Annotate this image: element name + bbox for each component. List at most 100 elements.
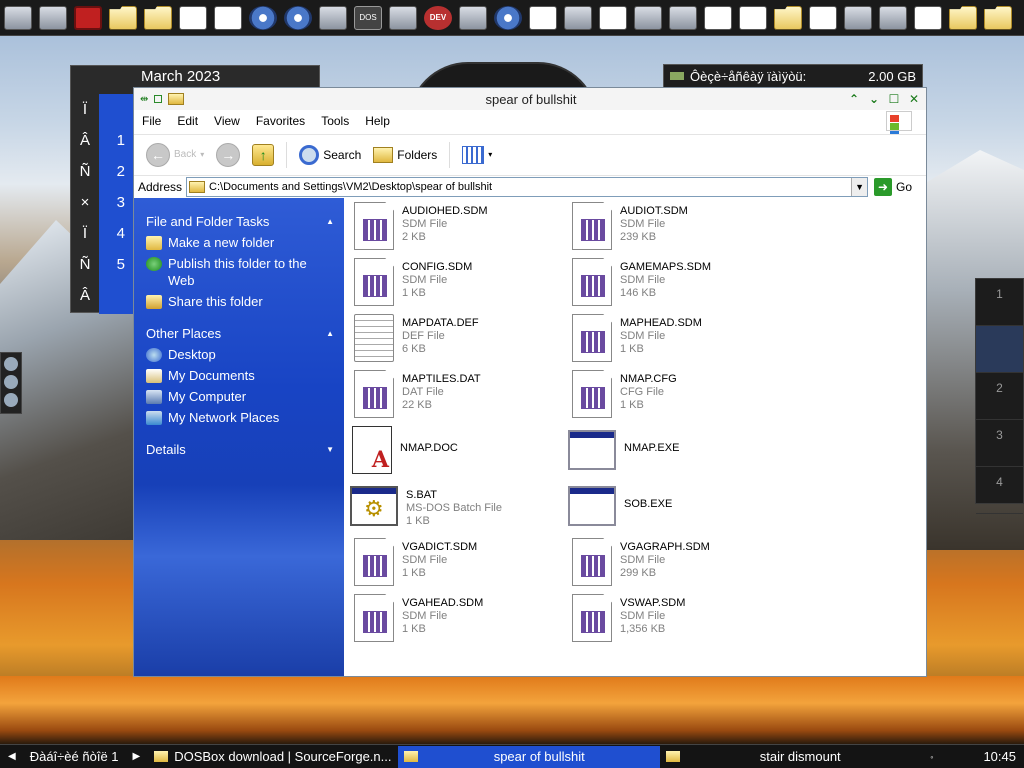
chart-icon[interactable] — [737, 3, 769, 33]
file-item[interactable]: VSWAP.SDM SDM File 1,356 KB — [572, 594, 782, 648]
folders-button[interactable]: Folders — [369, 146, 441, 163]
collapse-icon[interactable]: ▲ — [326, 329, 334, 338]
computer-icon[interactable] — [457, 3, 489, 33]
computer-icon[interactable] — [632, 3, 664, 33]
file-item[interactable]: GAMEMAPS.SDM SDM File 146 KB — [572, 258, 782, 312]
my-network-places-link[interactable]: My Network Places — [146, 409, 334, 426]
file-item[interactable]: SOB.EXE — [568, 486, 778, 540]
pager-desktop-2[interactable]: 2 — [976, 373, 1023, 420]
pager-desktop-3[interactable]: 3 — [976, 420, 1023, 467]
folder-icon[interactable] — [772, 3, 804, 33]
collapse-icon[interactable]: ▲ — [326, 217, 334, 226]
calendar-date[interactable]: 3 — [99, 187, 133, 218]
calendar-date[interactable]: 1 — [99, 125, 133, 156]
network-icon[interactable] — [562, 3, 594, 33]
file-item[interactable]: S.BATMS-DOS Batch File1 KB — [350, 486, 560, 540]
devcpp-icon[interactable]: DEV — [422, 3, 454, 33]
particle-icon[interactable] — [317, 3, 349, 33]
pin-icon[interactable]: ⇹ — [140, 94, 148, 105]
expand-icon[interactable]: ▼ — [326, 445, 334, 454]
search-button[interactable]: Search — [295, 144, 365, 165]
cube-icon[interactable] — [877, 3, 909, 33]
go-button[interactable]: ➜ Go — [874, 177, 912, 196]
disc-icon[interactable] — [247, 3, 279, 33]
taskbar-clock[interactable]: 10:45 — [983, 749, 1024, 764]
menu-edit[interactable]: Edit — [169, 114, 206, 128]
address-input[interactable]: C:\Documents and Settings\VM2\Desktop\sp… — [186, 176, 869, 197]
document-icon[interactable] — [912, 3, 944, 33]
folder-icon[interactable] — [142, 3, 174, 33]
calendar-date[interactable]: 5 — [99, 249, 133, 280]
file-item[interactable]: NMAP.EXE — [568, 430, 778, 484]
file-item[interactable]: NMAP.DOC — [352, 426, 562, 480]
back-button[interactable]: ← Back ▾ — [142, 142, 208, 167]
mail-icon[interactable] — [597, 3, 629, 33]
file-item[interactable]: CONFIG.SDM SDM File 1 KB — [354, 258, 564, 312]
task-dosbox-download[interactable]: DOSBox download | SourceForge.n... — [148, 746, 398, 768]
folder-icon[interactable] — [947, 3, 979, 33]
file-item[interactable]: VGAGRAPH.SDM SDM File 299 KB — [572, 538, 782, 592]
document-icon[interactable] — [527, 3, 559, 33]
shade-icon[interactable] — [154, 95, 163, 103]
menu-view[interactable]: View — [206, 114, 248, 128]
internet-explorer-icon[interactable] — [492, 3, 524, 33]
minimize-icon[interactable]: ⌄ — [868, 93, 880, 105]
file-item[interactable]: VGADICT.SDM SDM File 1 KB — [354, 538, 564, 592]
pager-desktop-active[interactable] — [976, 326, 1023, 373]
address-dropdown[interactable]: ▼ — [851, 177, 868, 196]
file-tasks-header[interactable]: File and Folder Tasks ▲ — [146, 212, 334, 230]
document-icon[interactable] — [702, 3, 734, 33]
maximize-icon[interactable]: ☐ — [888, 93, 900, 105]
file-item[interactable]: AUDIOHED.SDM SDM File 2 KB — [354, 202, 564, 256]
file-item[interactable]: MAPDATA.DEF DEF File 6 KB — [354, 314, 564, 368]
document-icon[interactable] — [177, 3, 209, 33]
raccoon-icon[interactable] — [667, 3, 699, 33]
disc-icon[interactable] — [282, 3, 314, 33]
app-icon[interactable] — [4, 375, 18, 389]
folder-icon[interactable] — [982, 3, 1014, 33]
recycle-bin-icon[interactable] — [842, 3, 874, 33]
menu-favorites[interactable]: Favorites — [248, 114, 313, 128]
menu-tools[interactable]: Tools — [313, 114, 357, 128]
pager-desktop-1[interactable]: 1 — [976, 279, 1023, 326]
menu-help[interactable]: Help — [357, 114, 398, 128]
prev-desktop-icon[interactable]: ◀ — [0, 751, 24, 762]
file-item[interactable]: NMAP.CFG CFG File 1 KB — [572, 370, 782, 424]
task-desktop[interactable]: Ðàáî÷èé ñòîë 1 — [24, 746, 125, 768]
task-stair-dismount[interactable]: stair dismount — [660, 746, 920, 768]
views-button[interactable]: ▾ — [458, 145, 496, 164]
title-bar[interactable]: ⇹ spear of bullshit ⌃ ⌄ ☐ ✕ — [134, 88, 926, 110]
forward-button[interactable]: → — [212, 142, 244, 167]
calendar-date[interactable]: 2 — [99, 156, 133, 187]
dosbox-icon[interactable]: DOS — [352, 3, 384, 33]
make-new-folder-link[interactable]: Make a new folder — [146, 234, 334, 251]
my-computer-link[interactable]: My Computer — [146, 388, 334, 405]
close-icon[interactable]: ✕ — [908, 93, 920, 105]
media-icon[interactable] — [4, 393, 18, 407]
pager-desktop-4[interactable]: 4 — [976, 467, 1023, 514]
document-icon[interactable] — [212, 3, 244, 33]
chevron-up-icon[interactable]: ⌃ — [848, 93, 860, 105]
task-spear-of-bullshit[interactable]: spear of bullshit — [398, 745, 661, 768]
folder-icon[interactable] — [107, 3, 139, 33]
document-icon[interactable] — [807, 3, 839, 33]
calendar-date[interactable]: 4 — [99, 218, 133, 249]
up-folder-button[interactable]: ↑ — [248, 143, 278, 166]
file-item[interactable]: AUDIOT.SDM SDM File 239 KB — [572, 202, 782, 256]
desktop-link[interactable]: Desktop — [146, 346, 334, 363]
ie-icon[interactable] — [4, 357, 18, 371]
installer-icon[interactable] — [387, 3, 419, 33]
file-item[interactable]: MAPHEAD.SDM SDM File 1 KB — [572, 314, 782, 368]
publish-folder-link[interactable]: Publish this folder to the Web — [146, 255, 334, 289]
menu-file[interactable]: File — [134, 114, 169, 128]
launcher-app-icon[interactable] — [37, 3, 69, 33]
file-item[interactable]: MAPTILES.DAT DAT File 22 KB — [354, 370, 564, 424]
launcher-app-icon[interactable] — [72, 3, 104, 33]
details-header[interactable]: Details ▼ — [146, 440, 334, 458]
other-places-header[interactable]: Other Places ▲ — [146, 324, 334, 342]
tray-indicator-icon[interactable]: ◦ — [920, 752, 943, 762]
share-folder-link[interactable]: Share this folder — [146, 293, 334, 310]
next-desktop-icon[interactable]: ▶ — [125, 751, 149, 762]
launcher-app-icon[interactable] — [2, 3, 34, 33]
file-item[interactable]: VGAHEAD.SDM SDM File 1 KB — [354, 594, 564, 648]
